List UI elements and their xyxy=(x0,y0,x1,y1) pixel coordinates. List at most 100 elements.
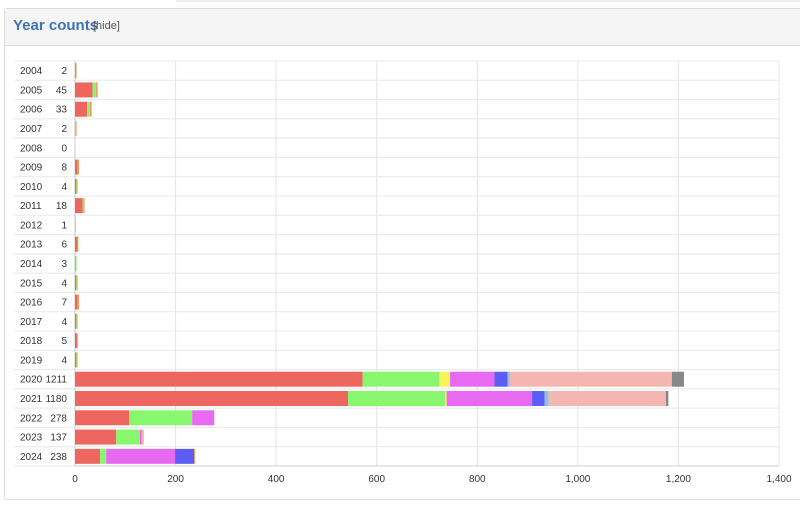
year-label: 2018 xyxy=(20,336,43,347)
bar-segment[interactable] xyxy=(75,159,78,175)
bar-segment[interactable] xyxy=(450,371,495,387)
bar-segment[interactable] xyxy=(194,448,196,464)
bar-segment[interactable] xyxy=(175,448,195,464)
bar-segment[interactable] xyxy=(446,391,533,406)
bar-segment[interactable] xyxy=(665,391,669,406)
bar-segment[interactable] xyxy=(76,178,78,194)
bar-segment[interactable] xyxy=(75,371,363,387)
bar-segment[interactable] xyxy=(494,371,508,387)
count-label: 1 xyxy=(61,220,67,231)
year-label: 2009 xyxy=(20,163,43,174)
bar-segment[interactable] xyxy=(75,313,77,329)
count-label: 1180 xyxy=(45,394,67,405)
bar-segment[interactable] xyxy=(75,178,77,194)
bar-segment[interactable] xyxy=(75,275,77,291)
count-label: 137 xyxy=(50,433,67,444)
count-label: 278 xyxy=(50,413,67,424)
year-label: 2006 xyxy=(20,105,43,116)
year-label: 2011 xyxy=(20,201,42,212)
row-labels: 2004 22005 452006 332007 22008 02009 82010 4201… xyxy=(20,66,67,463)
bar-segment[interactable] xyxy=(532,391,545,406)
bar-segment[interactable] xyxy=(75,391,349,406)
bar-segment[interactable] xyxy=(348,391,446,406)
year-label: 2010 xyxy=(20,182,43,193)
bar-segment[interactable] xyxy=(75,352,77,368)
x-tick-label: 600 xyxy=(368,474,385,485)
bar-segment[interactable] xyxy=(75,294,78,310)
count-label: 8 xyxy=(61,163,67,174)
bar-segment[interactable] xyxy=(96,82,98,98)
bar-segment[interactable] xyxy=(78,159,80,175)
bar-segment[interactable] xyxy=(671,371,684,387)
year-label: 2019 xyxy=(20,355,43,366)
bar-segment[interactable] xyxy=(75,101,88,117)
bar-segment[interactable] xyxy=(507,371,510,387)
bar-segment[interactable] xyxy=(139,429,142,445)
year-counts-chart: 2004 22005 452006 332007 22008 02009 82010 4201… xyxy=(14,60,792,485)
chart-bars xyxy=(75,63,684,464)
year-label: 2014 xyxy=(20,259,43,270)
year-label: 2020 xyxy=(20,375,43,386)
x-tick-label: 0 xyxy=(72,474,78,485)
bar-segment[interactable] xyxy=(75,410,130,426)
x-tick-label: 400 xyxy=(268,474,285,485)
count-label: 238 xyxy=(50,452,67,463)
bar-segment[interactable] xyxy=(77,333,79,349)
count-label: 6 xyxy=(61,240,67,251)
bar-segment[interactable] xyxy=(106,448,176,464)
bar-segment[interactable] xyxy=(445,391,447,406)
count-label: 2 xyxy=(61,124,67,135)
bar-segment[interactable] xyxy=(192,410,215,426)
bar-segment[interactable] xyxy=(75,198,83,214)
bar-segment[interactable] xyxy=(90,101,92,117)
year-label: 2015 xyxy=(20,278,43,289)
count-label: 0 xyxy=(61,143,67,154)
bar-segment[interactable] xyxy=(75,236,78,252)
bar-segment[interactable] xyxy=(141,429,144,445)
count-label: 4 xyxy=(61,317,67,328)
year-label: 2016 xyxy=(20,298,43,309)
bar-segment[interactable] xyxy=(75,256,77,271)
bar-segment[interactable] xyxy=(77,236,79,252)
bar-segment[interactable] xyxy=(76,275,78,291)
count-label: 4 xyxy=(61,182,67,193)
count-label: 1211 xyxy=(45,375,67,386)
x-tick-label: 800 xyxy=(469,474,486,485)
count-label: 4 xyxy=(61,278,67,289)
bar-segment[interactable] xyxy=(548,391,666,406)
count-label: 45 xyxy=(56,85,68,96)
count-label: 3 xyxy=(61,259,67,270)
x-tick-label: 1,200 xyxy=(666,474,691,485)
bar-segment[interactable] xyxy=(129,410,193,426)
bar-segment[interactable] xyxy=(544,391,549,406)
bar-segment[interactable] xyxy=(75,333,78,349)
bar-segment[interactable] xyxy=(75,217,76,233)
bar-segment[interactable] xyxy=(87,101,91,117)
bar-segment[interactable] xyxy=(92,82,97,98)
bar-segment[interactable] xyxy=(76,352,78,368)
year-label: 2022 xyxy=(20,413,43,424)
bar-segment[interactable] xyxy=(362,371,440,387)
bar-segment[interactable] xyxy=(75,63,77,79)
count-label: 5 xyxy=(61,336,67,347)
bar-segment[interactable] xyxy=(83,198,85,214)
bar-segment[interactable] xyxy=(78,294,80,310)
x-tick-label: 1,400 xyxy=(766,474,791,485)
bar-segment[interactable] xyxy=(509,371,672,387)
bar-segment[interactable] xyxy=(75,448,101,464)
bar-segment[interactable] xyxy=(75,82,93,98)
bar-segment[interactable] xyxy=(75,429,117,445)
bar-segment[interactable] xyxy=(439,371,451,387)
bar-segment[interactable] xyxy=(100,448,107,464)
year-label: 2008 xyxy=(20,143,43,154)
bar-segment[interactable] xyxy=(116,429,140,445)
count-label: 18 xyxy=(56,201,68,212)
x-tick-label: 1,000 xyxy=(565,474,590,485)
bar-segment[interactable] xyxy=(75,121,77,136)
bar-segment[interactable] xyxy=(82,198,84,214)
bar-segment[interactable] xyxy=(76,313,78,329)
count-label: 33 xyxy=(56,105,68,116)
year-label: 2012 xyxy=(20,220,43,231)
year-label: 2017 xyxy=(20,317,43,328)
year-label: 2005 xyxy=(20,85,43,96)
